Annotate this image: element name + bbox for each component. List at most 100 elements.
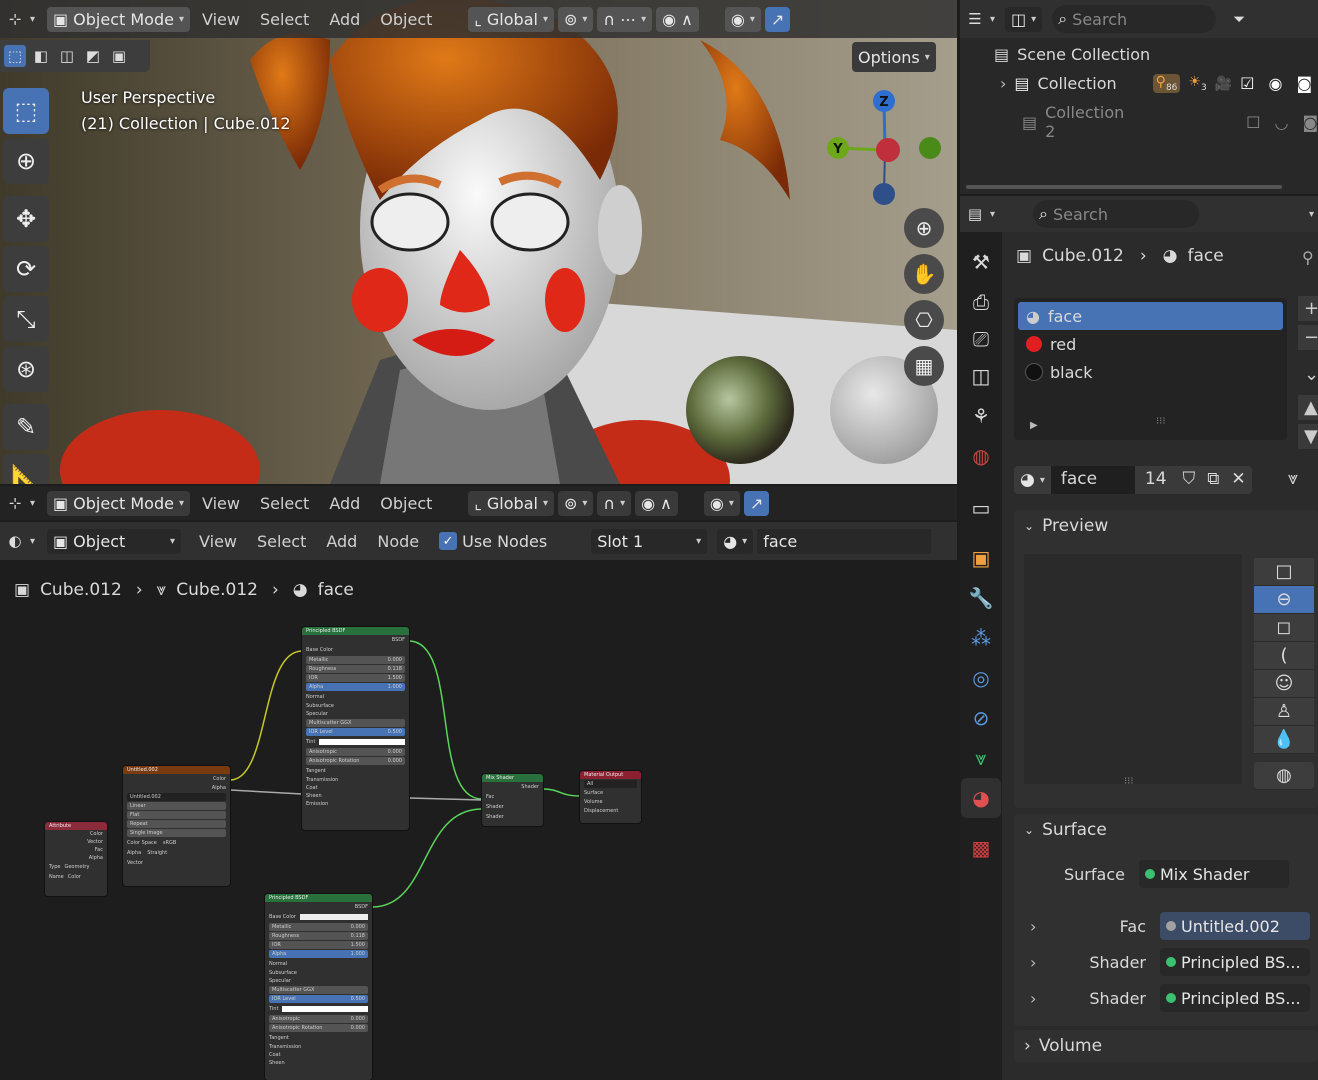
display-mode-dropdown[interactable]: ◫ ▾ xyxy=(1005,6,1043,32)
chevron-right-icon[interactable]: › xyxy=(1000,74,1006,93)
pan-button[interactable]: ✋ xyxy=(904,254,944,294)
checkbox-icon[interactable]: ☑ xyxy=(1240,74,1254,93)
select-new-icon[interactable]: ⬚ xyxy=(4,45,26,67)
tab-particles[interactable]: ⁂ xyxy=(961,618,1001,658)
tab-tool[interactable]: ⚒ xyxy=(961,242,1001,282)
proportional-edit[interactable]: ◉ ∧ xyxy=(656,6,699,32)
select-extend-icon[interactable]: ◧ xyxy=(30,45,52,67)
pin-icon[interactable]: ⚲ xyxy=(1302,248,1314,267)
camera-button[interactable]: ⎔ xyxy=(904,300,944,340)
material-users-count[interactable]: 14 xyxy=(1134,466,1177,494)
scale-tool[interactable]: ⤡ xyxy=(3,296,49,342)
preview-resize-grip-icon[interactable]: ⁝⁝⁝ xyxy=(1124,776,1134,787)
outliner-item-collection-2[interactable]: ▤ Collection 2 ☐ ◡ ◙ xyxy=(1022,103,1318,141)
preview-header[interactable]: ⌄ Preview xyxy=(1014,510,1318,542)
tab-texture[interactable]: ▩ xyxy=(961,828,1001,868)
remove-slot-icon[interactable]: − xyxy=(1298,325,1318,350)
material-slot-face[interactable]: ◕ face xyxy=(1018,302,1283,330)
link-type-icon[interactable]: ⩔ xyxy=(1288,468,1298,489)
tab-world[interactable]: ◍ xyxy=(961,436,1001,476)
zoom-button[interactable]: ⊕ xyxy=(904,208,944,248)
outliner-item-collection[interactable]: › ▤ Collection ⚲86 ☀3 🎥 ☑ ◉ ◙ xyxy=(1000,74,1318,93)
surface-header[interactable]: ⌄ Surface xyxy=(1014,814,1318,846)
slot-specials-icon[interactable]: ⌄ xyxy=(1298,362,1318,387)
image-texture-node[interactable]: Untitled.002 Color Alpha Untitled.002 Li… xyxy=(123,766,230,886)
mix-shader-node[interactable]: Mix Shader Shader Fac Shader Shader xyxy=(482,774,543,826)
pivot-dropdown[interactable]: ⊚ ▾ xyxy=(557,6,594,32)
rotate-tool[interactable]: ⟳ xyxy=(3,246,49,292)
fac-input-field[interactable]: Untitled.002 xyxy=(1160,912,1310,940)
principled-bsdf-node-2[interactable]: Principled BSDF BSDF Base Color Metallic… xyxy=(265,894,372,1080)
material-name-input[interactable]: face xyxy=(1050,466,1135,494)
outliner-editor-icon[interactable]: ☰ xyxy=(964,8,986,30)
chevron-right-icon[interactable]: › xyxy=(1030,917,1036,936)
filter-icon[interactable]: ⏷ xyxy=(1228,8,1250,30)
tab-view-layer[interactable]: ◫ xyxy=(961,356,1001,396)
select-invert-icon[interactable]: ◩ xyxy=(82,45,104,67)
surface-shader-field[interactable]: Mix Shader xyxy=(1138,860,1289,888)
unlink-icon[interactable]: ✕ xyxy=(1225,466,1252,494)
preview-hair-button[interactable]: ( xyxy=(1254,642,1314,670)
preview-cloth-button[interactable]: ♙ xyxy=(1254,698,1314,726)
render-camera-icon[interactable]: ◙ xyxy=(1296,74,1312,93)
tab-scene[interactable]: ⚘ xyxy=(961,396,1001,436)
material-slot-black[interactable]: black xyxy=(1018,358,1283,386)
menu-add[interactable]: Add xyxy=(321,7,368,32)
preview-world-button[interactable]: ◍ xyxy=(1254,762,1314,790)
shader-input-field-1[interactable]: Principled BS... xyxy=(1160,948,1310,976)
add-slot-icon[interactable]: + xyxy=(1298,296,1318,321)
tab-data[interactable]: ⩔ xyxy=(961,738,1001,778)
transform-tool[interactable]: ⊛ xyxy=(3,346,49,392)
node-editor[interactable]: ⊹ ▾ ▣ Object Mode ▾ View Select Add Object … xyxy=(0,486,957,1080)
tab-modifiers[interactable]: 🔧 xyxy=(961,578,1001,618)
mode-dropdown[interactable]: ▣ Object Mode ▾ xyxy=(47,6,190,32)
measure-tool[interactable]: 📐 xyxy=(3,454,49,484)
ortho-button[interactable]: ▦ xyxy=(904,346,944,386)
preview-sphere-button[interactable]: ⊖ xyxy=(1254,586,1314,614)
orientation-dropdown[interactable]: ⌞ Global ▾ xyxy=(468,6,554,32)
scene-collection-row[interactable]: ▤ Scene Collection xyxy=(994,45,1150,64)
tab-collection[interactable]: ▭ xyxy=(961,488,1001,528)
preview-fluid-button[interactable]: 💧 xyxy=(1254,726,1314,754)
options-chevron-icon[interactable]: ▾ xyxy=(1309,209,1314,220)
expand-triangle-icon[interactable]: ▶ xyxy=(1030,420,1038,431)
render-camera-icon[interactable]: ◙ xyxy=(1302,113,1318,132)
chevron-right-icon[interactable]: › xyxy=(1030,953,1036,972)
menu-object[interactable]: Object xyxy=(372,7,440,32)
material-output-node[interactable]: Material Output All Surface Volume Displ… xyxy=(580,771,641,823)
light-filter-icon[interactable]: ☀3 xyxy=(1188,74,1206,93)
eye-icon[interactable]: ◉ xyxy=(1268,74,1282,93)
camera-filter-icon[interactable]: 🎥 xyxy=(1215,76,1232,92)
tab-physics[interactable]: ◎ xyxy=(961,658,1001,698)
attribute-node[interactable]: Attribute Color Vector Fac Alpha Type Geo… xyxy=(45,822,107,896)
preview-monkey-button[interactable]: ☺ xyxy=(1254,670,1314,698)
preview-flat-button[interactable]: □ xyxy=(1254,558,1314,586)
tab-object[interactable]: ▣ xyxy=(961,538,1001,578)
menu-view[interactable]: View xyxy=(194,7,248,32)
armature-filter-icon[interactable]: ⚲86 xyxy=(1152,74,1181,93)
visibility-dropdown[interactable]: ◉ ▾ xyxy=(724,6,761,32)
eye-closed-icon[interactable]: ◡ xyxy=(1275,113,1289,132)
outliner-search[interactable]: ⌕ Search xyxy=(1052,5,1217,33)
tab-render[interactable]: ⎙ xyxy=(961,282,1001,322)
principled-bsdf-node-1[interactable]: Principled BSDF BSDF Base Color Metallic… xyxy=(302,627,409,830)
options-button[interactable]: Options ▾ xyxy=(852,42,936,72)
select-box-tool[interactable]: ⬚ xyxy=(3,88,49,134)
snap-toggle[interactable]: ∩ ⋯ ▾ xyxy=(597,6,653,32)
tab-constraints[interactable]: ⊘ xyxy=(961,698,1001,738)
tab-material[interactable]: ◕ xyxy=(961,778,1001,818)
move-up-icon[interactable]: ▲ xyxy=(1298,395,1318,420)
editor-type-icon[interactable]: ⊹ xyxy=(4,8,26,30)
properties-search[interactable]: ⌕ Search xyxy=(1033,200,1200,228)
fake-user-icon[interactable]: ⛉ xyxy=(1176,466,1202,494)
tab-output[interactable]: ⎚ xyxy=(961,322,1001,356)
preview-cube-button[interactable]: ◻ xyxy=(1254,614,1314,642)
chevron-right-icon[interactable]: › xyxy=(1030,989,1036,1008)
viewport[interactable]: ⊹ ▾ ▣ Object Mode ▾ View Select Add Object … xyxy=(0,0,957,484)
select-intersect-icon[interactable]: ▣ xyxy=(108,45,130,67)
menu-select[interactable]: Select xyxy=(252,7,317,32)
outliner-scrollbar[interactable] xyxy=(966,185,1282,189)
checkbox-empty-icon[interactable]: ☐ xyxy=(1246,113,1260,132)
shader-input-field-2[interactable]: Principled BS... xyxy=(1160,984,1310,1012)
select-subtract-icon[interactable]: ◫ xyxy=(56,45,78,67)
